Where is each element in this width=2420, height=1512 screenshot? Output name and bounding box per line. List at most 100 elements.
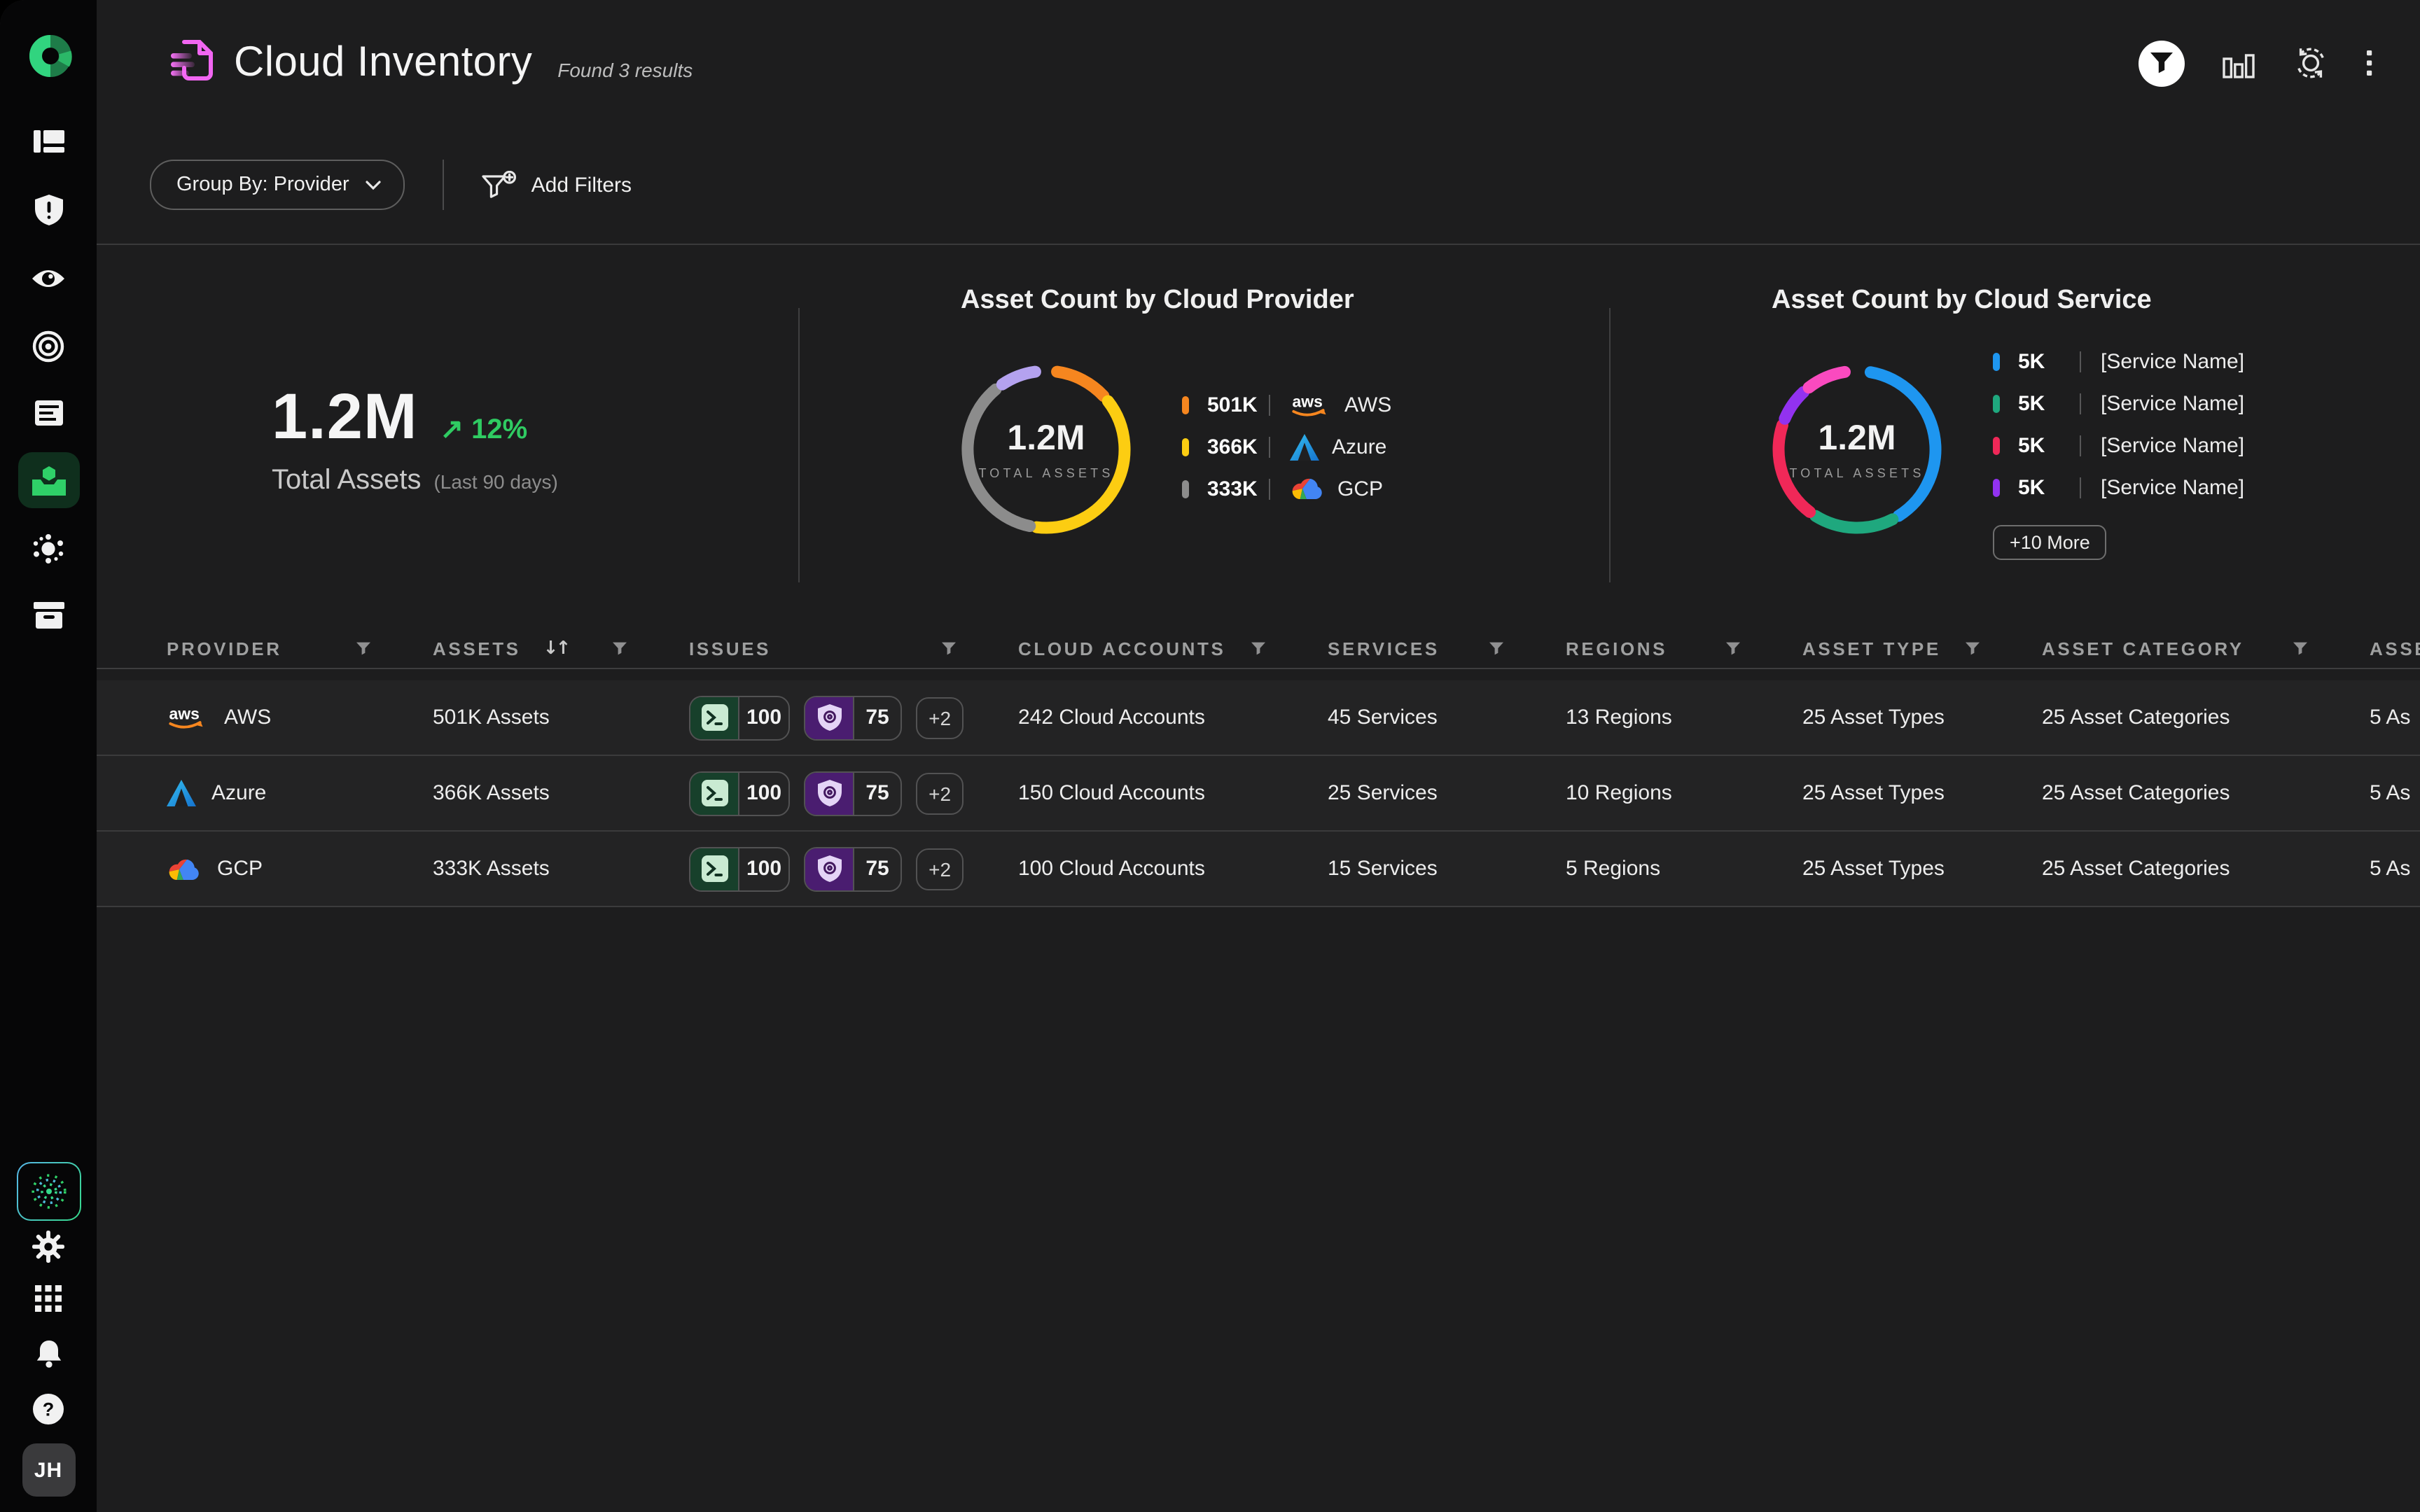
- clipped-last-cell: 5 As: [2370, 857, 2420, 881]
- legend-value: 5K: [2018, 349, 2080, 373]
- brand-logo-icon[interactable]: [0, 34, 97, 78]
- page-title: Cloud Inventory: [234, 39, 532, 87]
- column-header[interactable]: ASSET CATEGORY: [2042, 638, 2370, 659]
- regions-cell: 5 Regions: [1566, 857, 1802, 881]
- sidebar-item-notifications[interactable]: [0, 1338, 97, 1369]
- eye-icon: [31, 267, 66, 289]
- legend-value: 5K: [2018, 475, 2080, 499]
- cloud-accounts-cell: 242 Cloud Accounts: [1018, 706, 1328, 729]
- add-filters-button[interactable]: Add Filters: [482, 170, 632, 200]
- column-header[interactable]: ISSUES: [689, 638, 1018, 659]
- terminal-score-badge[interactable]: 100: [689, 695, 790, 740]
- total-assets-delta: ↗ 12%: [440, 411, 528, 446]
- table-row[interactable]: awsAWS501K Assets10075+2242 Cloud Accoun…: [97, 680, 2420, 756]
- sidebar-item-alerts[interactable]: [0, 192, 97, 228]
- legend-value: 366K: [1207, 435, 1269, 458]
- total-assets-stat: 1.2M ↗ 12% Total Assets (Last 90 days): [97, 244, 798, 630]
- column-label: SERVICES: [1328, 638, 1440, 659]
- assets-cell: 333K Assets: [433, 857, 689, 881]
- column-filter-icon[interactable]: [612, 640, 627, 656]
- help-icon: ?: [32, 1393, 64, 1425]
- terminal-score-badge[interactable]: 100: [689, 771, 790, 816]
- column-header[interactable]: ASSETS↓↑: [433, 638, 689, 659]
- chart-provider-title: Asset Count by Cloud Provider: [961, 286, 1354, 316]
- shield-score-badge[interactable]: 75: [804, 771, 902, 816]
- legend-item: 5K[Service Name]: [1993, 424, 2244, 466]
- svg-text:aws: aws: [1293, 392, 1323, 410]
- column-label: ISSUES: [689, 638, 771, 659]
- terminal-score-value: 100: [738, 848, 788, 890]
- column-header[interactable]: ASSET TYPE: [1802, 638, 2042, 659]
- column-filter-icon[interactable]: [1965, 640, 1980, 656]
- column-header[interactable]: SERVICES: [1328, 638, 1566, 659]
- kebab-menu-icon: [2367, 50, 2372, 76]
- column-filter-icon[interactable]: [356, 640, 371, 656]
- shield-score-badge[interactable]: 75: [804, 846, 902, 891]
- group-by-dropdown[interactable]: Group By: Provider: [150, 160, 405, 210]
- sidebar-item-compliance[interactable]: [0, 399, 97, 426]
- bar-chart-icon: [2223, 48, 2255, 78]
- column-header[interactable]: PROVIDER: [167, 638, 433, 659]
- legend-label: GCP: [1337, 477, 1383, 500]
- legend-divider: [2080, 393, 2081, 414]
- sidebar-item-settings[interactable]: [0, 1231, 97, 1261]
- analytics-button[interactable]: [2223, 48, 2255, 78]
- chart-provider-section: Asset Count by Cloud Provider 1.2M TOTAL…: [800, 244, 1609, 630]
- clipped-last-cell: 5 As: [2370, 706, 2420, 729]
- column-filter-icon[interactable]: [1251, 640, 1266, 656]
- layout-icon: [33, 129, 64, 154]
- legend-value: 5K: [2018, 391, 2080, 415]
- legend-value: 333K: [1207, 477, 1269, 500]
- column-header[interactable]: ASSE: [2370, 638, 2420, 659]
- table-row[interactable]: Azure366K Assets10075+2150 Cloud Account…: [97, 756, 2420, 832]
- more-issues-chip[interactable]: +2: [916, 848, 964, 890]
- column-filter-icon[interactable]: [1725, 640, 1741, 656]
- column-filter-icon[interactable]: [2293, 640, 2308, 656]
- azure-logo-icon: [167, 780, 196, 806]
- issues-cell: 100 75 +2: [689, 695, 1018, 740]
- shield-score-value: 75: [853, 696, 900, 738]
- table-row[interactable]: GCP333K Assets10075+2100 Cloud Accounts1…: [97, 832, 2420, 907]
- column-header[interactable]: CLOUD ACCOUNTS: [1018, 638, 1328, 659]
- legend-item: 5K[Service Name]: [1993, 466, 2244, 508]
- table-header-row: PROVIDERASSETS↓↑ISSUES CLOUD ACCOUNTSSERV…: [97, 629, 2420, 669]
- more-menu-button[interactable]: [2367, 50, 2372, 76]
- shield-score-badge[interactable]: 75: [804, 695, 902, 740]
- sidebar-item-visibility[interactable]: [0, 266, 97, 290]
- sidebar-item-help[interactable]: ?: [0, 1393, 97, 1425]
- sidebar-item-targets[interactable]: [0, 330, 97, 363]
- sidebar-item-threats[interactable]: [0, 533, 97, 564]
- legend-more-button[interactable]: +10 More: [1993, 525, 2107, 560]
- column-header[interactable]: REGIONS: [1566, 638, 1802, 659]
- user-avatar[interactable]: JH: [0, 1443, 97, 1497]
- regions-cell: 13 Regions: [1566, 706, 1802, 729]
- more-issues-chip[interactable]: +2: [916, 696, 964, 738]
- shield-swirl-icon: [805, 772, 853, 814]
- terminal-icon: [701, 780, 728, 806]
- provider-cell: GCP: [167, 856, 433, 881]
- terminal-score-value: 100: [738, 696, 788, 738]
- more-issues-chip[interactable]: +2: [916, 772, 964, 814]
- group-by-label: Group By: Provider: [176, 174, 349, 196]
- sidebar-item-inventory-active[interactable]: [0, 452, 97, 508]
- terminal-score-badge[interactable]: 100: [689, 846, 790, 891]
- column-filter-icon[interactable]: [1489, 640, 1504, 656]
- legend-value: 5K: [2018, 433, 2080, 457]
- clipboard-list-icon: [34, 400, 62, 425]
- column-filter-icon[interactable]: [941, 640, 957, 656]
- legend-swatch: [1993, 436, 2000, 454]
- legend-item: 5K[Service Name]: [1993, 382, 2244, 424]
- refresh-icon: [2293, 45, 2329, 81]
- refresh-button[interactable]: [2293, 45, 2329, 81]
- sidebar-item-dashboard[interactable]: [0, 125, 97, 158]
- sidebar-item-apps[interactable]: [0, 1285, 97, 1312]
- legend-value: 501K: [1207, 393, 1269, 416]
- filter-active-button[interactable]: [2139, 40, 2185, 86]
- sidebar-item-storage[interactable]: [0, 602, 97, 629]
- services-cell: 15 Services: [1328, 857, 1566, 881]
- clipped-last-cell: 5 As: [2370, 781, 2420, 805]
- legend-swatch: [1993, 352, 2000, 370]
- sort-icon[interactable]: ↓↑: [543, 638, 569, 659]
- sidebar-item-ai-sonar[interactable]: [0, 1163, 97, 1219]
- legend-provider: 501KawsAWS366KAzure333KGCP: [1182, 384, 1391, 510]
